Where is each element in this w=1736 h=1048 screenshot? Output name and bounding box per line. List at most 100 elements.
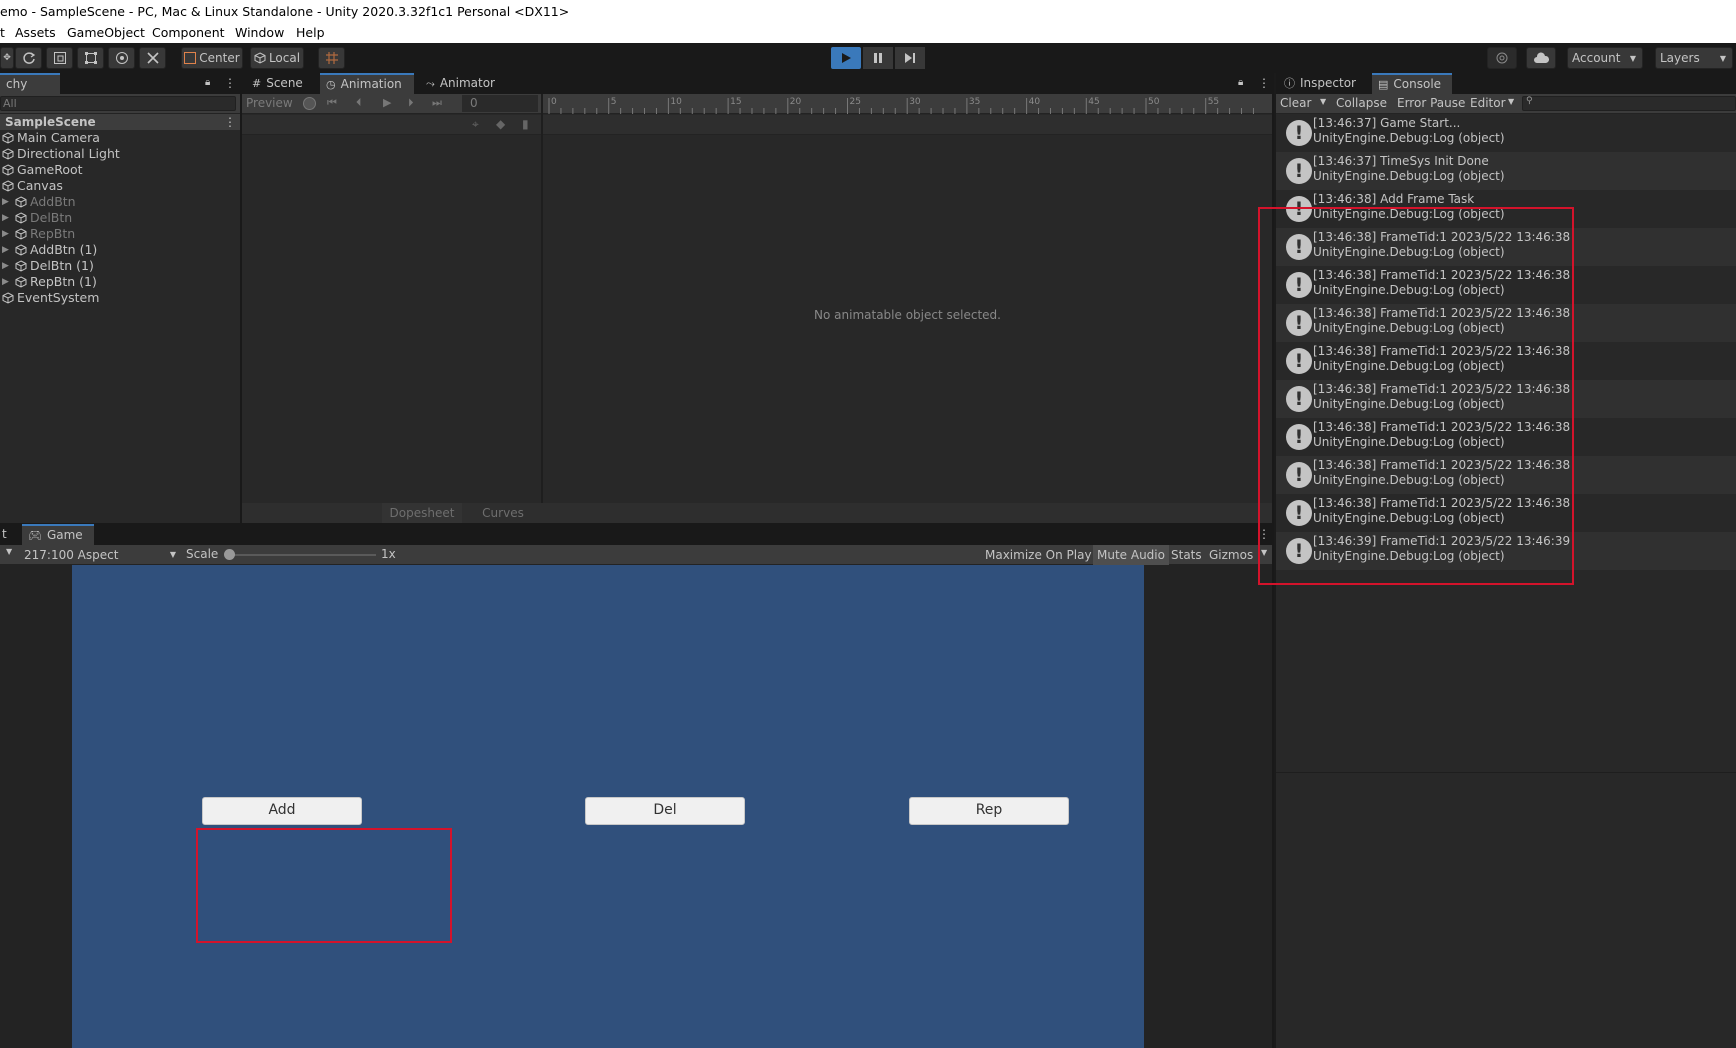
tab-scene[interactable]: # Scene xyxy=(246,73,309,94)
tab-animator[interactable]: ⤳ Animator xyxy=(420,73,501,94)
account-label: Account xyxy=(1572,51,1621,65)
stats-toggle[interactable]: Stats xyxy=(1167,545,1206,565)
record-button[interactable] xyxy=(303,97,316,110)
hierarchy-item[interactable]: Canvas xyxy=(2,178,63,194)
preview-toggle[interactable]: Preview xyxy=(246,96,293,110)
menu-item-window[interactable]: Window xyxy=(235,24,284,41)
expand-arrow-icon[interactable]: ▶ xyxy=(2,194,12,210)
pivot-center-toggle[interactable]: Center xyxy=(181,47,243,69)
add-key-icon[interactable]: ◆ xyxy=(496,117,505,131)
more-options-icon[interactable]: ⋮ xyxy=(224,76,236,90)
pivot-local-toggle[interactable]: Local xyxy=(250,47,304,69)
scene-header[interactable]: SampleScene ⋮ xyxy=(0,114,240,130)
console-log-entry[interactable]: ! [13:46:37] Game Start... UnityEngine.Deb… xyxy=(1276,114,1736,152)
hierarchy-item[interactable]: EventSystem xyxy=(2,290,99,306)
hierarchy-item[interactable]: ▶ RepBtn (1) xyxy=(2,274,97,290)
add-button[interactable]: Add xyxy=(202,797,362,825)
editor-dropdown[interactable]: Editor xyxy=(1470,96,1506,110)
transform-tool-button[interactable] xyxy=(108,47,135,69)
hierarchy-item[interactable]: ▶ AddBtn xyxy=(2,194,76,210)
hierarchy-item[interactable]: ▶ DelBtn xyxy=(2,210,72,226)
hierarchy-item-label: GameRoot xyxy=(17,162,83,177)
ruler-tick-label: 50 xyxy=(1148,97,1160,107)
display-dropdown-icon[interactable]: ▼ xyxy=(6,547,12,556)
menu-bar: t Assets GameObject Component Window Hel… xyxy=(0,24,1736,43)
log-stacktrace: UnityEngine.Debug:Log (object) xyxy=(1313,131,1505,145)
tab-console[interactable]: ▤ Console xyxy=(1372,73,1452,94)
clear-options-icon[interactable]: ▼ xyxy=(1320,97,1326,106)
timeline-ruler[interactable]: 0 5 10 15 20 25 30 35 40 45 50 55 xyxy=(543,94,1272,114)
tab-hierarchy[interactable]: chy xyxy=(0,73,60,94)
lock-icon[interactable]: 🔒︎ xyxy=(205,77,210,88)
step-button[interactable] xyxy=(895,47,925,69)
expand-arrow-icon[interactable]: ▶ xyxy=(2,226,12,242)
play-anim-icon[interactable]: ▶ xyxy=(383,96,391,109)
layers-dropdown[interactable]: Layers ▼ xyxy=(1655,47,1733,69)
console-search-input[interactable]: ⚲ xyxy=(1522,96,1736,111)
gameobject-icon xyxy=(2,132,14,144)
menu-item-component[interactable]: Component xyxy=(152,24,225,41)
play-button[interactable] xyxy=(831,47,861,69)
collapse-button[interactable]: Collapse xyxy=(1336,96,1387,110)
hierarchy-search-input[interactable]: All xyxy=(0,96,236,111)
expand-arrow-icon[interactable]: ▶ xyxy=(2,210,12,226)
mute-audio-toggle[interactable]: Mute Audio xyxy=(1093,545,1169,565)
custom-tool-button[interactable] xyxy=(139,47,166,69)
menu-item-assets[interactable]: Assets xyxy=(15,24,56,41)
cloud-button[interactable] xyxy=(1526,47,1556,69)
last-key-icon[interactable]: ⏭ xyxy=(432,96,442,110)
next-key-icon[interactable]: ⏵ xyxy=(408,96,414,110)
hierarchy-item-label: DelBtn xyxy=(30,210,73,225)
lock-icon[interactable]: 🔒︎ xyxy=(1238,77,1243,88)
move-tool-button[interactable]: ✥ xyxy=(0,47,14,69)
del-button[interactable]: Del xyxy=(585,797,745,825)
game-view[interactable]: Add Del Rep xyxy=(72,565,1144,1048)
menu-item-gameobject[interactable]: GameObject xyxy=(67,24,145,41)
frame-field[interactable]: 0 xyxy=(462,95,538,112)
hierarchy-item[interactable]: Directional Light xyxy=(2,146,120,162)
filter-icon[interactable]: ⌖ xyxy=(472,117,479,132)
gizmos-toggle[interactable]: Gizmos xyxy=(1205,545,1257,565)
hierarchy-item[interactable]: ▶ AddBtn (1) xyxy=(2,242,97,258)
scale-tool-button[interactable] xyxy=(46,47,73,69)
pause-button[interactable] xyxy=(863,47,893,69)
scale-slider-track[interactable] xyxy=(228,554,376,556)
account-dropdown[interactable]: Account ▼ xyxy=(1567,47,1643,69)
rep-button[interactable]: Rep xyxy=(909,797,1069,825)
tab-inspector[interactable]: ⓘ Inspector xyxy=(1278,73,1362,94)
hierarchy-item[interactable]: Main Camera xyxy=(2,130,100,146)
dopesheet-tab[interactable]: Dopesheet xyxy=(382,503,462,523)
hierarchy-item[interactable]: ▶ RepBtn xyxy=(2,226,75,242)
console-log-entry[interactable]: ! [13:46:37] TimeSys Init Done UnityEngine… xyxy=(1276,152,1736,190)
grid-snap-button[interactable] xyxy=(318,47,345,69)
scale-slider-thumb[interactable] xyxy=(224,549,235,560)
tab-game[interactable]: 🎮︎ Game xyxy=(22,524,94,545)
hierarchy-item[interactable]: ▶ DelBtn (1) xyxy=(2,258,94,274)
animator-icon: ⤳ xyxy=(426,77,435,90)
more-options-icon[interactable]: ⋮ xyxy=(1258,76,1270,90)
tab-animation[interactable]: ◷ Animation xyxy=(320,73,414,94)
hierarchy-item-label: Directional Light xyxy=(17,146,120,161)
rotate-tool-button[interactable] xyxy=(15,47,42,69)
expand-arrow-icon[interactable]: ▶ xyxy=(2,258,12,274)
menu-item-file[interactable]: t xyxy=(0,24,5,41)
rect-tool-button[interactable] xyxy=(77,47,104,69)
expand-arrow-icon[interactable]: ▶ xyxy=(2,274,12,290)
error-pause-button[interactable]: Error Pause xyxy=(1397,96,1465,110)
curves-tab[interactable]: Curves xyxy=(468,503,538,523)
scene-menu-icon[interactable]: ⋮ xyxy=(224,114,236,130)
tab-project[interactable]: t xyxy=(0,524,9,545)
clear-button[interactable]: Clear xyxy=(1280,96,1311,110)
maximize-on-play-toggle[interactable]: Maximize On Play xyxy=(981,545,1096,565)
first-key-icon[interactable]: ⏮ xyxy=(327,96,337,110)
rect-icon xyxy=(84,52,97,64)
chevron-down-icon[interactable]: ▼ xyxy=(1508,97,1514,106)
expand-arrow-icon[interactable]: ▶ xyxy=(2,242,12,258)
prev-key-icon[interactable]: ⏴ xyxy=(356,96,362,110)
menu-item-help[interactable]: Help xyxy=(296,24,325,41)
aspect-dropdown[interactable]: 217:100 Aspect ▼ xyxy=(20,545,180,565)
tab-game-label: Game xyxy=(46,528,83,542)
add-event-icon[interactable]: ▮ xyxy=(522,117,529,131)
collab-button[interactable] xyxy=(1487,47,1517,69)
hierarchy-item[interactable]: GameRoot xyxy=(2,162,83,178)
